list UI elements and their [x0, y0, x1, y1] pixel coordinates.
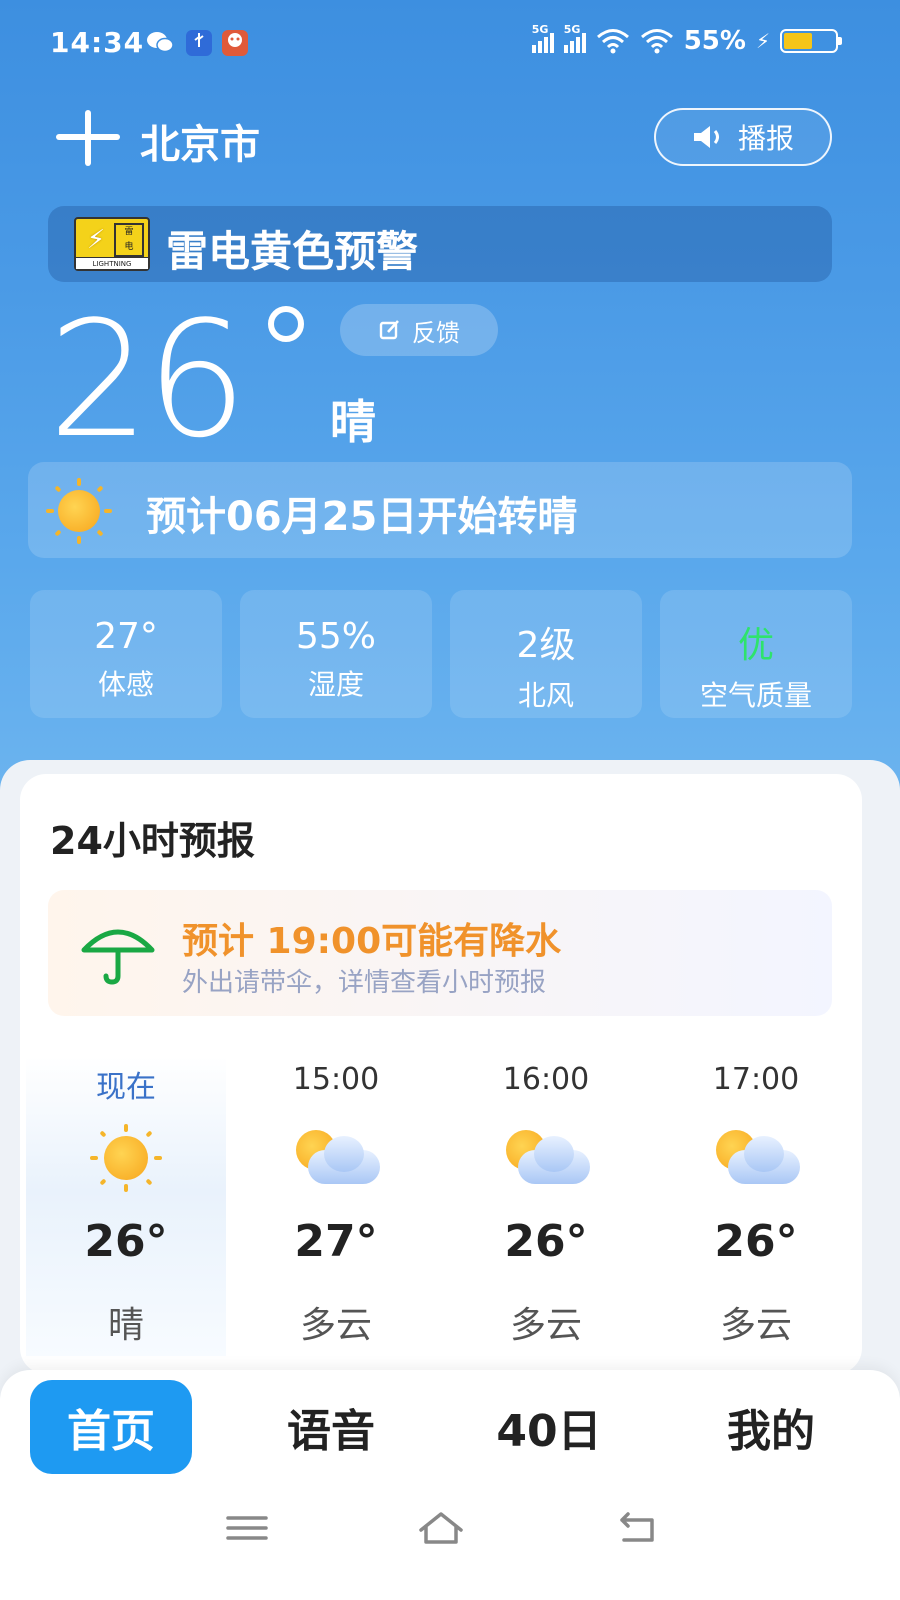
add-city-icon[interactable]	[56, 110, 120, 166]
air-quality-value: 优	[737, 625, 774, 666]
wifi-icon-2	[640, 29, 673, 54]
current-temperature: 26	[48, 286, 248, 473]
weather-alert-banner[interactable]: ⚡ 雷电 LIGHTNING 雷电黄色预警	[48, 206, 832, 282]
hour-item-1500[interactable]: 15:00 27° 多云	[236, 1056, 436, 1356]
stat-humidity[interactable]: 55% 湿度	[240, 590, 432, 718]
nav-mine[interactable]: 我的	[690, 1380, 852, 1474]
feedback-button[interactable]: 反馈	[340, 304, 498, 356]
speaker-icon	[693, 126, 719, 148]
rain-alert-title: 预计 19:00可能有降水	[182, 921, 562, 962]
current-condition: 晴	[330, 395, 376, 449]
stat-air-quality[interactable]: 优 空气质量	[660, 590, 852, 718]
stat-wind[interactable]: 2级 北风	[450, 590, 642, 718]
hour-item-now[interactable]: 现在 26° 晴	[26, 1056, 226, 1356]
hour-item-1700[interactable]: 17:00 26° 多云	[656, 1056, 856, 1356]
nav-40-day[interactable]: 40日	[468, 1380, 630, 1474]
signal-icon: 5G	[531, 23, 554, 53]
status-time: 14:34	[50, 26, 145, 59]
forecast-notice[interactable]: 预计06月25日开始转晴	[28, 462, 852, 558]
city-name[interactable]: 北京市	[140, 112, 260, 170]
signal-icon-2: 5G	[563, 23, 586, 53]
battery-icon	[780, 29, 842, 53]
usb-icon	[186, 30, 212, 56]
alert-text: 雷电黄色预警	[166, 227, 419, 276]
wechat-icon	[146, 30, 174, 56]
feedback-label: 反馈	[412, 318, 460, 347]
home-icon[interactable]	[416, 1508, 466, 1548]
sun-icon	[46, 478, 112, 544]
menu-icon[interactable]	[222, 1508, 272, 1548]
broadcast-button[interactable]: 播报	[654, 108, 832, 166]
partly-cloudy-icon	[498, 1122, 594, 1192]
battery-percent: 55%	[683, 26, 746, 56]
lightning-alert-icon: ⚡ 雷电 LIGHTNING	[74, 217, 150, 271]
rain-alert-subtitle: 外出请带伞，详情查看小时预报	[182, 968, 547, 998]
nav-home[interactable]: 首页	[30, 1380, 192, 1474]
sun-icon	[78, 1122, 174, 1192]
charging-icon: ⚡	[755, 29, 770, 53]
hour-item-1600[interactable]: 16:00 26° 多云	[446, 1056, 646, 1356]
status-bar: 14:34 5G 5G 55% ⚡	[0, 0, 900, 88]
back-icon[interactable]	[612, 1508, 662, 1548]
nav-voice[interactable]: 语音	[250, 1380, 412, 1474]
forecast-notice-text: 预计06月25日开始转晴	[146, 494, 578, 540]
hourly-forecast-title: 24小时预报	[50, 819, 255, 863]
wifi-icon	[596, 29, 629, 54]
degree-symbol	[268, 306, 304, 342]
edit-icon	[379, 320, 399, 340]
app-notification-icon	[222, 30, 248, 56]
umbrella-icon	[81, 929, 155, 985]
partly-cloudy-icon	[708, 1122, 804, 1192]
broadcast-label: 播报	[737, 122, 794, 155]
stat-feels-like[interactable]: 27° 体感	[30, 590, 222, 718]
status-right: 5G 5G 55% ⚡	[531, 23, 842, 56]
partly-cloudy-icon	[288, 1122, 384, 1192]
